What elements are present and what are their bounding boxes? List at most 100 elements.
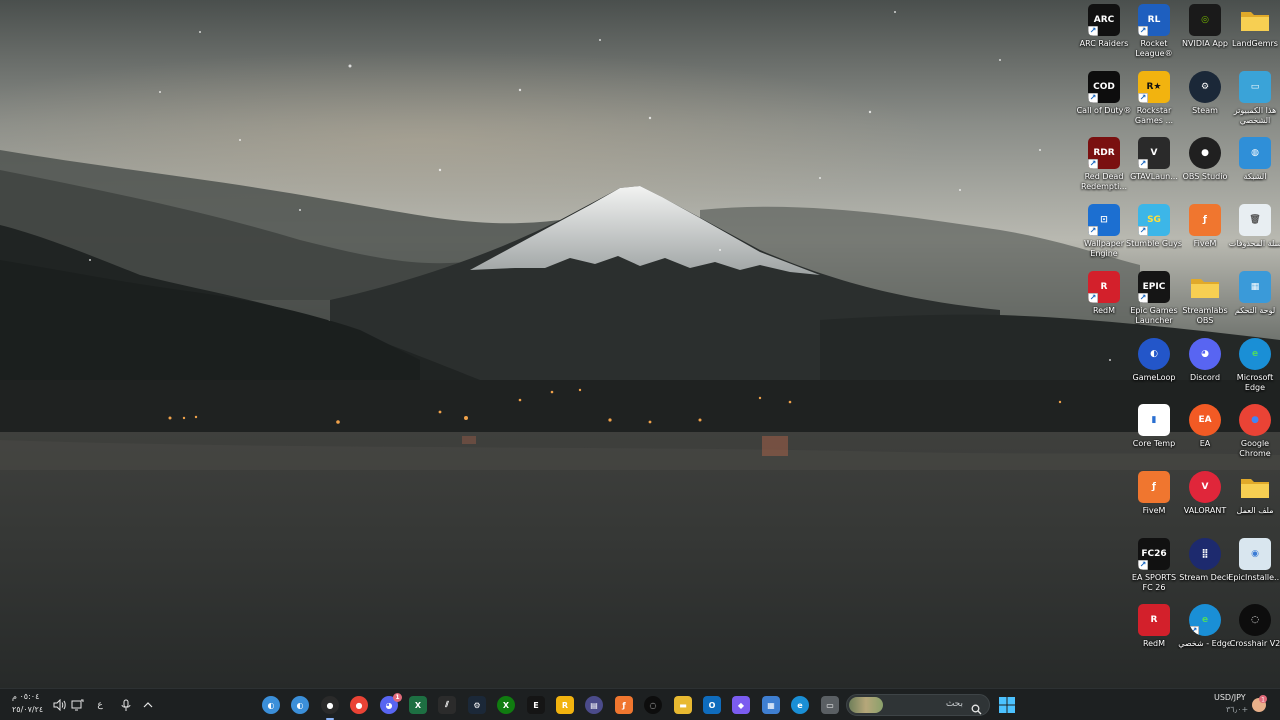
desktop-icon-core-temp[interactable]: ▮ Core Temp [1128,402,1180,468]
shortcut-arrow-icon: ↗ [1088,226,1098,236]
desktop-icon-redm-2[interactable]: R RedM [1128,602,1180,668]
taskbar-app-excel[interactable]: X [406,693,430,717]
taskbar-app-purple[interactable]: ▤ [582,693,606,717]
desktop-icon-stream-deck[interactable]: ⣿ Stream Deck [1179,536,1231,602]
desktop-icon-obs-studio[interactable]: ● OBS Studio [1179,135,1231,201]
chrome-icon: ● [1239,404,1271,436]
widget-icon[interactable]: 1 [1250,695,1268,713]
installer-icon: ◉ [1239,538,1271,570]
language-indicator[interactable]: ع [92,689,108,720]
desktop-icon-fivem-1[interactable]: ƒ FiveM [1179,202,1231,268]
desktop-icon-work-folder[interactable]: ملف العمل [1229,469,1280,535]
taskbar-app-discord[interactable]: ◕ 1 [377,693,402,717]
copilot-icon: ◆ [732,696,750,714]
taskbar-app-blue-2[interactable]: ◐ [288,693,312,717]
taskbar-app-taskview[interactable]: ▭ [818,693,842,717]
edge-icon: e [1239,338,1271,370]
desktop-icon-call-of-duty[interactable]: COD ↗ Call of Duty® [1077,69,1131,135]
shortcut-arrow-icon: ↗ [1138,159,1148,169]
core-temp-icon: ▮ [1138,404,1170,436]
widget-title[interactable]: USD/JPY [1214,693,1246,702]
microphone-icon[interactable] [118,689,134,720]
rockstar-icon: R★ ↗ [1138,71,1170,103]
desktop-icon-valorant[interactable]: V VALORANT [1179,469,1231,535]
taskbar-app-explorer[interactable]: ▬ [671,693,695,717]
desktop-icon-epic-games[interactable]: EPIC ↗ Epic Games Launcher [1128,269,1180,335]
desktop-icon-gtav-launcher[interactable]: V ↗ GTAVLaun... [1128,135,1180,201]
task-view-icon: ▭ [821,696,839,714]
taskbar-app-edge[interactable]: e [788,693,812,717]
desktop-icon-wallpaper-engine[interactable]: ⊡ ↗ Wallpaper Engine [1078,202,1130,268]
taskbar-app-xbox[interactable]: X [494,693,518,717]
gtav-icon: V ↗ [1138,137,1170,169]
desktop-icon-label: Google Chrome [1239,439,1271,458]
start-button[interactable] [996,694,1018,716]
desktop-icon-ea-fc-26[interactable]: FC26 ↗ EA SPORTS FC 26 [1128,536,1180,602]
folder-icon [1189,271,1221,303]
desktop-icon-label: سلة المحذوفات [1228,239,1280,248]
chevron-up-icon[interactable] [140,689,156,720]
desktop-icon-landgemrs[interactable]: LandGemrs [1229,2,1280,68]
taskbar-app-fivem[interactable]: ƒ [612,693,636,717]
volume-icon[interactable] [50,689,68,720]
desktop-icon-red-dead[interactable]: RDR ↗ Red Dead Redempti... [1078,135,1130,201]
desktop-icon-epic-installer[interactable]: ◉ EpicInstalle... [1228,536,1280,602]
desktop-icon-steam[interactable]: ⚙ Steam [1179,69,1231,135]
taskbar-app-chrome[interactable]: ● [347,693,371,717]
taskbar-app-store[interactable]: ▦ [759,693,783,717]
shortcut-arrow-icon: ↗ [1138,293,1148,303]
desktop-icon-label: ARC Raiders [1079,39,1129,48]
desktop-icon-streamlabs-obs[interactable]: Streamlabs OBS [1179,269,1231,335]
desktop-icon-crosshair-v2[interactable]: ◌ Crosshair V2 [1229,602,1280,668]
redm-icon: R ↗ [1088,271,1120,303]
desktop-icon-this-pc[interactable]: ▭ هذا الكمبيوتر الشخصي [1229,69,1280,135]
desktop-icon-rocket-league[interactable]: RL ↗ Rocket League® [1128,2,1180,68]
desktop-icon-discord[interactable]: ◕ Discord [1179,336,1231,402]
taskbar-search-box[interactable]: بحث [846,694,990,716]
desktop-icon-nvidia-app[interactable]: ◎ NVIDIA App [1179,2,1231,68]
crosshair-icon: ◌ [644,696,662,714]
desktop-icon-stumble-guys[interactable]: SG ↗ Stumble Guys [1126,202,1182,268]
clock-time[interactable]: ٠٥:٠٤ م [12,692,52,701]
desktop-icon-network[interactable]: ◍ الشبكة [1229,135,1280,201]
notification-badge: 1 [393,693,402,702]
desktop-icon-recycle-bin[interactable]: 🗑 سلة المحذوفات [1229,202,1280,268]
desktop-icon-edge-personal[interactable]: e ↗ شخصي - Edge [1178,602,1232,668]
taskbar-app-steam[interactable]: ⚙ [465,693,489,717]
desktop-icon-label: Stumble Guys [1126,239,1182,248]
app-icon: ▤ [585,696,603,714]
desktop-icon-label: هذا الكمبيوتر الشخصي [1233,106,1277,125]
taskbar-app-crosshair[interactable]: ◌ [641,693,665,717]
desktop-icon-fivem-2[interactable]: ƒ FiveM [1128,469,1180,535]
desktop-icon-label: GTAVLaun... [1130,172,1178,181]
desktop-icon-control-panel[interactable]: ▦ لوحة التحكم [1229,269,1280,335]
taskbar-app-rockstar[interactable]: R [553,693,577,717]
desktop-icon-label: EA [1199,439,1211,448]
taskbar-app-outlook[interactable]: O [700,693,724,717]
svg-text:1: 1 [1261,697,1265,704]
taskbar-app-stripes[interactable]: ⫽ [435,693,459,717]
desktop-icon-gameloop[interactable]: ◐ GameLoop [1128,336,1180,402]
fivem-icon: ƒ [1189,204,1221,236]
desktop-icon-ea[interactable]: EA EA [1179,402,1231,468]
desktop-icon-rockstar[interactable]: R★ ↗ Rockstar Games ... [1128,69,1180,135]
desktop-icon-microsoft-edge[interactable]: e Microsoft Edge [1229,336,1280,402]
crosshair-icon: ◌ [1239,604,1271,636]
epic-games-icon: EPIC ↗ [1138,271,1170,303]
desktop-icon-arc-raiders[interactable]: ARC ↗ ARC Raiders [1078,2,1130,68]
taskbar-app-epic[interactable]: E [524,693,548,717]
obs-icon: ● [321,696,339,714]
network-status-icon[interactable] [68,689,86,720]
arc-raiders-icon: ARC ↗ [1088,4,1120,36]
taskbar-app-obs[interactable]: ● [318,693,342,720]
desktop-icon-google-chrome[interactable]: ● Google Chrome [1229,402,1280,468]
desktop-icon-label: الشبكة [1243,172,1267,181]
fivem-icon: ƒ [1138,471,1170,503]
taskbar-app-blue-1[interactable]: ◐ [259,693,283,717]
desktop-icon-label: FiveM [1193,239,1217,248]
clock-date[interactable]: ٢٥/٠٧/٢٤ [12,705,43,714]
desktop-icon-label: VALORANT [1183,506,1227,515]
taskbar: ٠٥:٠٤ م ٢٥/٠٧/٢٤ ع ◐ ◐ ● ● ◕ 1 X ⫽ ⚙ X E R ▤ ƒ ◌ ▬ O ◆ ▦ e ▭… [0,688,1280,720]
taskbar-app-copilot[interactable]: ◆ [729,693,753,717]
desktop-icon-redm-1[interactable]: R ↗ RedM [1078,269,1130,335]
